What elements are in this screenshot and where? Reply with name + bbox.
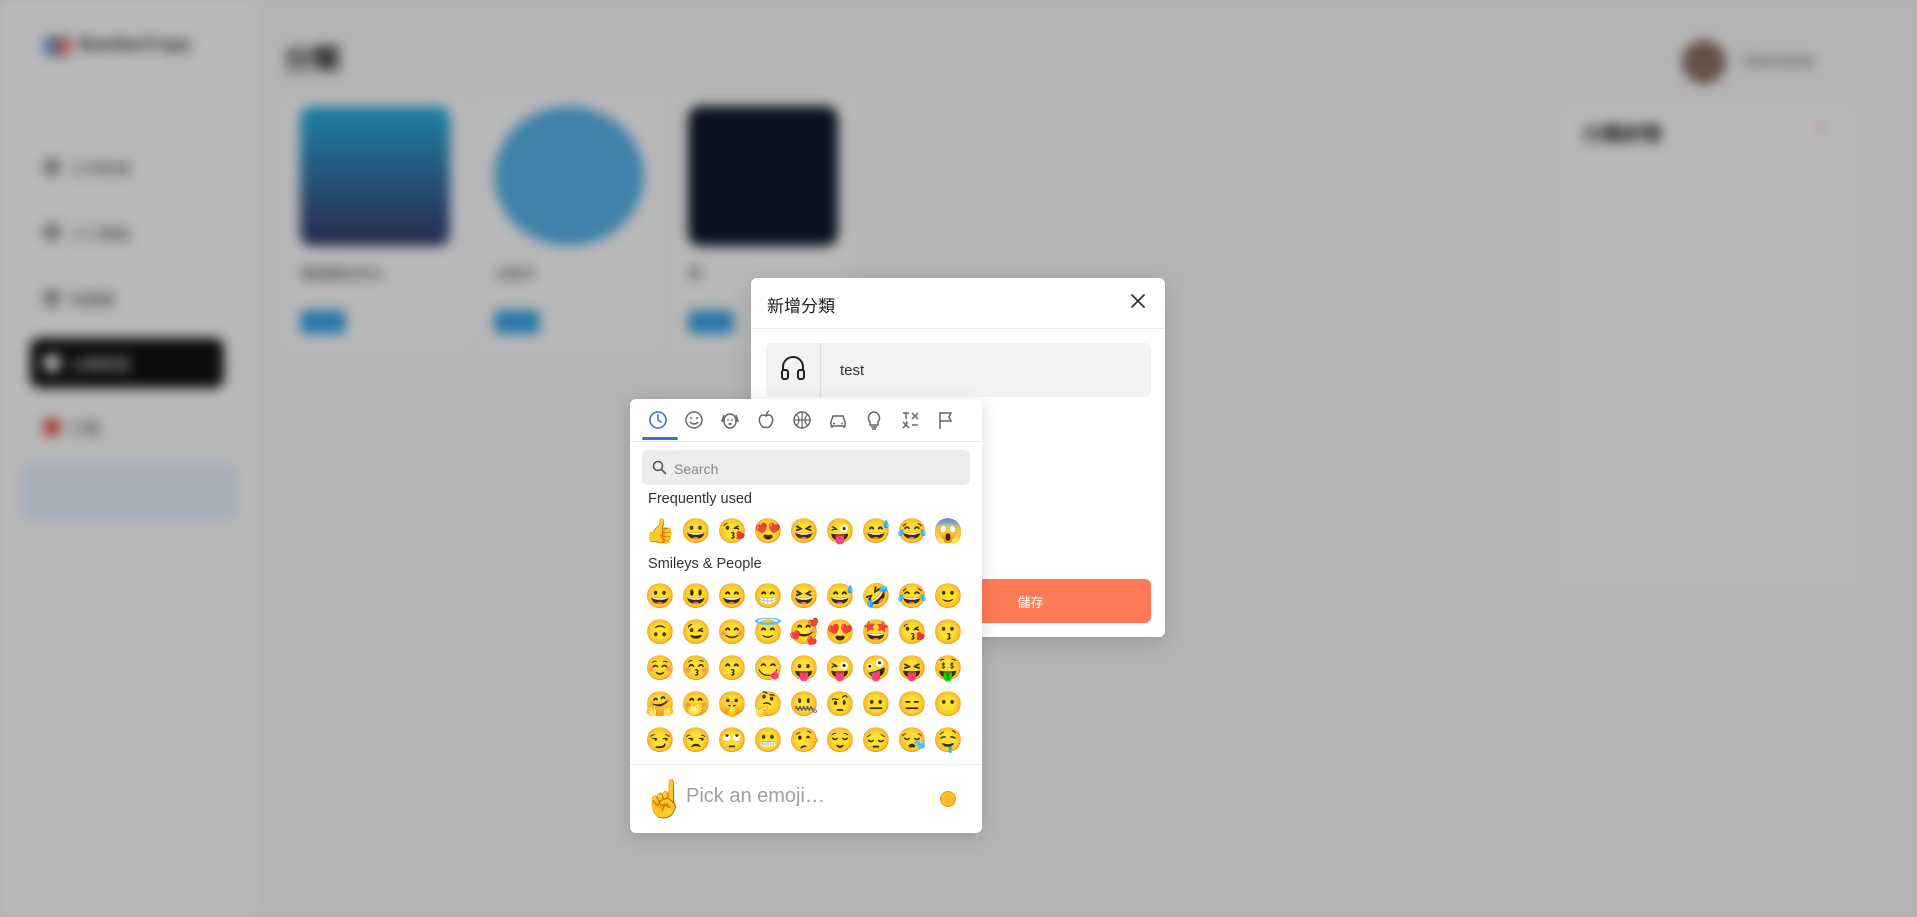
- emoji-picker: Frequently used 👍😀😘😍😆😜😅😂😱 Smileys & Peop…: [630, 399, 982, 833]
- emoji-button[interactable]: 😅: [858, 514, 894, 550]
- emoji-button[interactable]: 😔: [858, 723, 894, 759]
- emoji-button[interactable]: 😃: [678, 579, 714, 615]
- smileys-people-label: Smileys & People: [648, 556, 762, 572]
- emoji-button[interactable]: 😉: [678, 615, 714, 651]
- dog-icon[interactable]: [719, 409, 741, 431]
- emoji-button[interactable]: 😑: [894, 687, 930, 723]
- emoji-button[interactable]: 🤭: [678, 687, 714, 723]
- emoji-button[interactable]: 🤥: [786, 723, 822, 759]
- emoji-button[interactable]: 🤪: [858, 651, 894, 687]
- emoji-button[interactable]: 😱: [930, 514, 966, 550]
- dialog-title: 新增分類: [767, 297, 835, 316]
- category-name-input[interactable]: [822, 343, 1142, 397]
- emoji-button[interactable]: 🙃: [642, 615, 678, 651]
- emoji-button[interactable]: 😏: [642, 723, 678, 759]
- skin-tone-selector[interactable]: [940, 791, 956, 807]
- emoji-button[interactable]: 😀: [642, 579, 678, 615]
- emoji-button[interactable]: 🤐: [786, 687, 822, 723]
- emoji-button[interactable]: 🤤: [930, 723, 966, 759]
- emoji-preview-footer: ☝️ Pick an emoji…: [630, 764, 982, 834]
- icon-picker-button[interactable]: [766, 343, 821, 397]
- emoji-button[interactable]: 🙂: [930, 579, 966, 615]
- emoji-button[interactable]: 🤔: [750, 687, 786, 723]
- emoji-button[interactable]: 😙: [714, 651, 750, 687]
- dialog-header: 新增分類: [751, 278, 1165, 329]
- emoji-button[interactable]: 😁: [750, 579, 786, 615]
- emoji-button[interactable]: 🤑: [930, 651, 966, 687]
- emoji-button[interactable]: 😝: [894, 651, 930, 687]
- basketball-icon[interactable]: [791, 409, 813, 431]
- headphones-icon: [778, 353, 808, 388]
- emoji-button[interactable]: 😍: [822, 615, 858, 651]
- frequently-used-grid: 👍 😀 😘 😍 😆 😜 😅 😂 😱: [642, 514, 966, 550]
- emoji-button[interactable]: 🤨: [822, 687, 858, 723]
- emoji-button[interactable]: 😜: [822, 514, 858, 550]
- emoji-button[interactable]: 🤣: [858, 579, 894, 615]
- emoji-button[interactable]: 😬: [750, 723, 786, 759]
- emoji-button[interactable]: 🤗: [642, 687, 678, 723]
- preview-emoji: ☝️: [642, 778, 687, 819]
- emoji-category-bar: [630, 399, 982, 442]
- emoji-search: [642, 450, 970, 487]
- emoji-button[interactable]: 😘: [894, 615, 930, 651]
- emoji-button[interactable]: 😪: [894, 723, 930, 759]
- emoji-button[interactable]: 😌: [822, 723, 858, 759]
- emoji-button[interactable]: 😐: [858, 687, 894, 723]
- emoji-button[interactable]: 😆: [786, 514, 822, 550]
- emoji-button[interactable]: 😋: [750, 651, 786, 687]
- close-icon[interactable]: [1127, 290, 1149, 312]
- category-input-row: [766, 343, 1151, 397]
- preview-placeholder: Pick an emoji…: [686, 785, 825, 807]
- emoji-button[interactable]: 😘: [714, 514, 750, 550]
- emoji-button[interactable]: 😅: [822, 579, 858, 615]
- emoji-button[interactable]: 😀: [678, 514, 714, 550]
- emoji-button[interactable]: 😇: [750, 615, 786, 651]
- clock-icon[interactable]: [647, 409, 669, 431]
- active-category-indicator: [642, 437, 678, 440]
- emoji-button[interactable]: 😊: [714, 615, 750, 651]
- emoji-button[interactable]: 😂: [894, 514, 930, 550]
- emoji-button[interactable]: 😗: [930, 615, 966, 651]
- smileys-grid: 😀 😃 😄 😁 😆 😅 🤣 😂 🙂 🙃 😉 😊 😇 🥰 😍 🤩 😘 😗 ☺️ 😚 😙 😋 😛 😜 🤪 😝 🤑 🤗 🤭 🤫 🤔 🤐 🤨 😐 😑 😶 😏 😒 🙄…: [642, 579, 966, 759]
- emoji-button[interactable]: 😒: [678, 723, 714, 759]
- emoji-button[interactable]: 😂: [894, 579, 930, 615]
- apple-icon[interactable]: [755, 409, 777, 431]
- emoji-button[interactable]: 🤫: [714, 687, 750, 723]
- emoji-button[interactable]: 😶: [930, 687, 966, 723]
- emoji-button[interactable]: 😄: [714, 579, 750, 615]
- emoji-button[interactable]: 🤩: [858, 615, 894, 651]
- frequently-used-label: Frequently used: [648, 491, 752, 507]
- emoji-button[interactable]: 🥰: [786, 615, 822, 651]
- smiley-icon[interactable]: [683, 409, 705, 431]
- flag-icon[interactable]: [935, 409, 957, 431]
- symbols-icon[interactable]: [899, 409, 921, 431]
- emoji-button[interactable]: 😚: [678, 651, 714, 687]
- emoji-button[interactable]: 😆: [786, 579, 822, 615]
- emoji-button[interactable]: 👍: [642, 514, 678, 550]
- emoji-search-input[interactable]: [672, 450, 966, 487]
- emoji-button[interactable]: ☺️: [642, 651, 678, 687]
- emoji-button[interactable]: 😛: [786, 651, 822, 687]
- emoji-button[interactable]: 🙄: [714, 723, 750, 759]
- emoji-button[interactable]: 😍: [750, 514, 786, 550]
- emoji-button[interactable]: 😜: [822, 651, 858, 687]
- lightbulb-icon[interactable]: [863, 409, 885, 431]
- car-icon[interactable]: [827, 409, 849, 431]
